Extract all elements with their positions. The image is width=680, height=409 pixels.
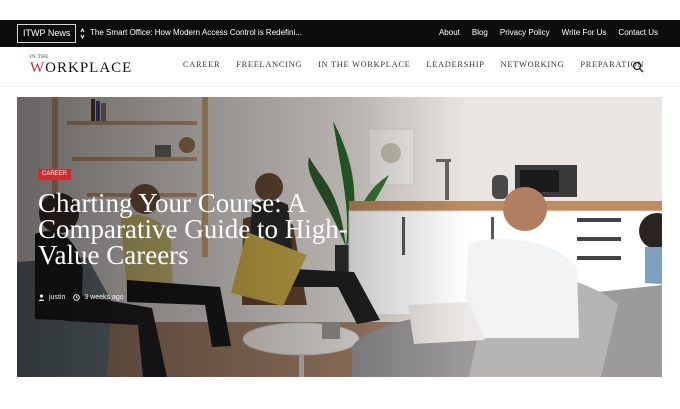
author-name[interactable]: justin: [49, 294, 65, 301]
clock-icon: [73, 294, 81, 301]
menu-item-career[interactable]: CAREER: [183, 60, 220, 69]
top-bar: ITWP News The Smart Office: How Modern A…: [0, 20, 680, 47]
search-icon[interactable]: [632, 61, 644, 73]
featured-post[interactable]: CAREER Charting Your Course: A Comparati…: [17, 97, 662, 377]
category-menu: CAREER FREELANCING IN THE WORKPLACE LEAD…: [183, 60, 660, 69]
top-link-privacy-policy[interactable]: Privacy Policy: [500, 26, 550, 40]
featured-title[interactable]: Charting Your Course: A Comparative Guid…: [38, 190, 368, 269]
logo-main-rest: ORKPLACE: [45, 60, 133, 76]
top-link-about[interactable]: About: [439, 26, 460, 40]
post-meta: justin 3 weeks ago: [38, 294, 124, 301]
top-link-contact-us[interactable]: Contact Us: [618, 26, 658, 40]
user-icon: [38, 294, 45, 301]
menu-item-in-the-workplace[interactable]: IN THE WORKPLACE: [318, 60, 410, 69]
category-badge[interactable]: CAREER: [38, 169, 72, 180]
top-links: About Blog Privacy Policy Write For Us C…: [439, 26, 658, 40]
time-meta: 3 weeks ago: [73, 294, 124, 301]
top-link-write-for-us[interactable]: Write For Us: [562, 26, 607, 40]
news-ticker-tag: ITWP News: [17, 24, 77, 43]
top-link-blog[interactable]: Blog: [472, 26, 488, 40]
menu-item-leadership[interactable]: LEADERSHIP: [426, 60, 484, 69]
logo-main-text: WORKPLACE: [30, 60, 132, 77]
main-nav: In the WORKPLACE CAREER FREELANCING IN T…: [0, 47, 680, 87]
site-logo[interactable]: In the WORKPLACE: [30, 55, 145, 81]
menu-item-freelancing[interactable]: FREELANCING: [236, 60, 302, 69]
ticker-headline-link[interactable]: The Smart Office: How Modern Access Cont…: [90, 26, 302, 40]
scroll-arrows-icon[interactable]: [80, 27, 85, 40]
menu-item-networking[interactable]: NETWORKING: [501, 60, 565, 69]
post-time: 3 weeks ago: [84, 294, 124, 301]
logo-accent-letter: W: [30, 60, 46, 76]
author-meta[interactable]: justin: [38, 294, 65, 301]
